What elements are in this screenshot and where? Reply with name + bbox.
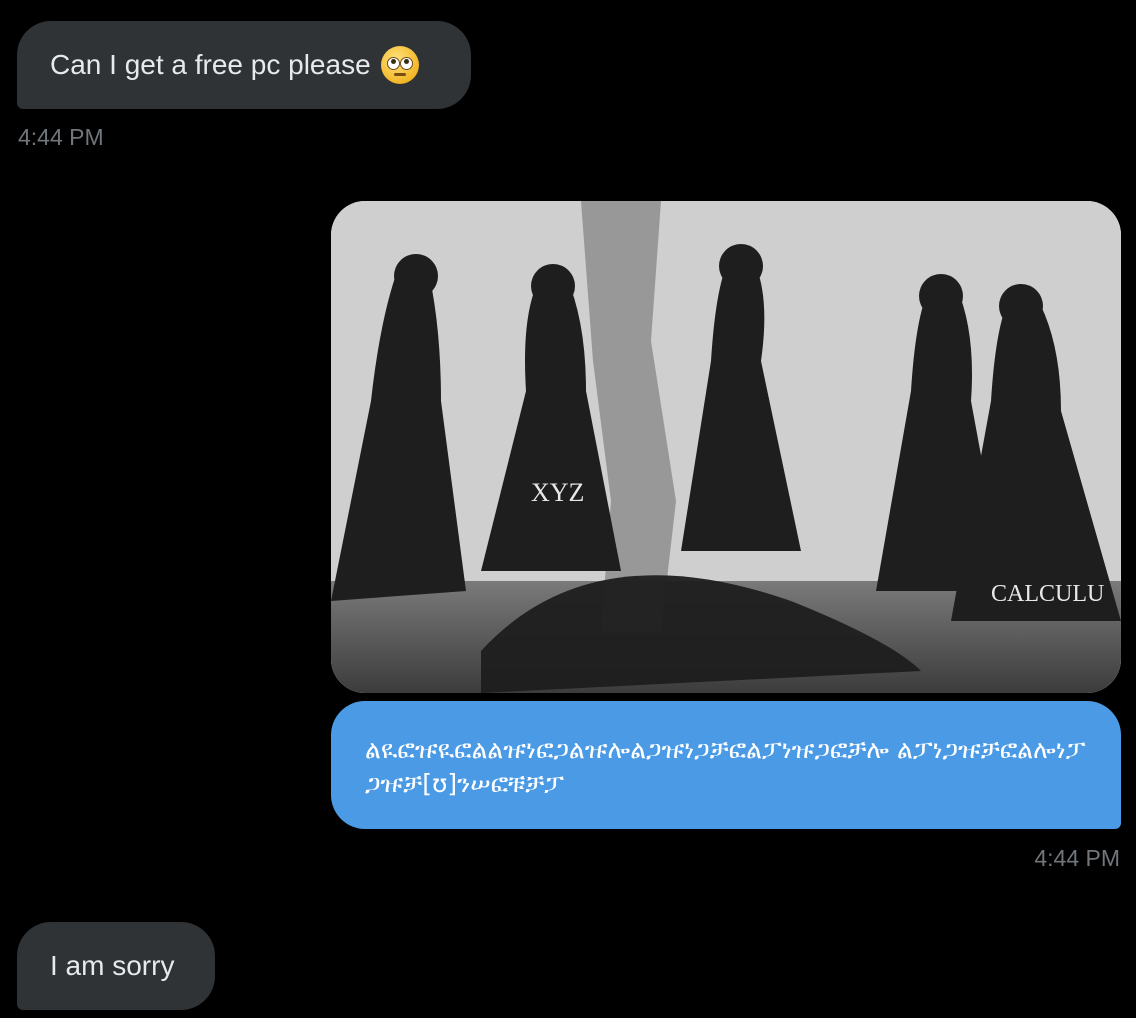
dress-label-xyz: XYZ <box>531 478 584 507</box>
rolling-eyes-emoji-icon <box>380 46 419 84</box>
outgoing-message-bubble[interactable]: ልዪፎዡዪፎልልዡነፎጋልዡሎልጋዡነጋቻፎልፓነዡጋፎቻሎ ልፓነጋዡቻፎልሎ… <box>331 701 1121 829</box>
incoming-message-bubble[interactable]: Can I get a free pc please <box>17 21 471 109</box>
message-text: I am sorry <box>50 950 175 981</box>
message-text: ልዪፎዡዪፎልልዡነፎጋልዡሎልጋዡነጋቻፎልፓነዡጋፎቻሎ ልፓነጋዡቻፎልሎ… <box>365 735 1086 798</box>
dress-label-calculu: CALCULU <box>991 581 1104 607</box>
message-text: Can I get a free pc please <box>50 49 371 80</box>
message-photo[interactable]: XYZ CALCULU <box>331 201 1121 693</box>
incoming-message-bubble[interactable]: I am sorry <box>17 922 215 1010</box>
message-timestamp: 4:44 PM <box>1034 845 1120 871</box>
message-timestamp: 4:44 PM <box>18 124 104 150</box>
